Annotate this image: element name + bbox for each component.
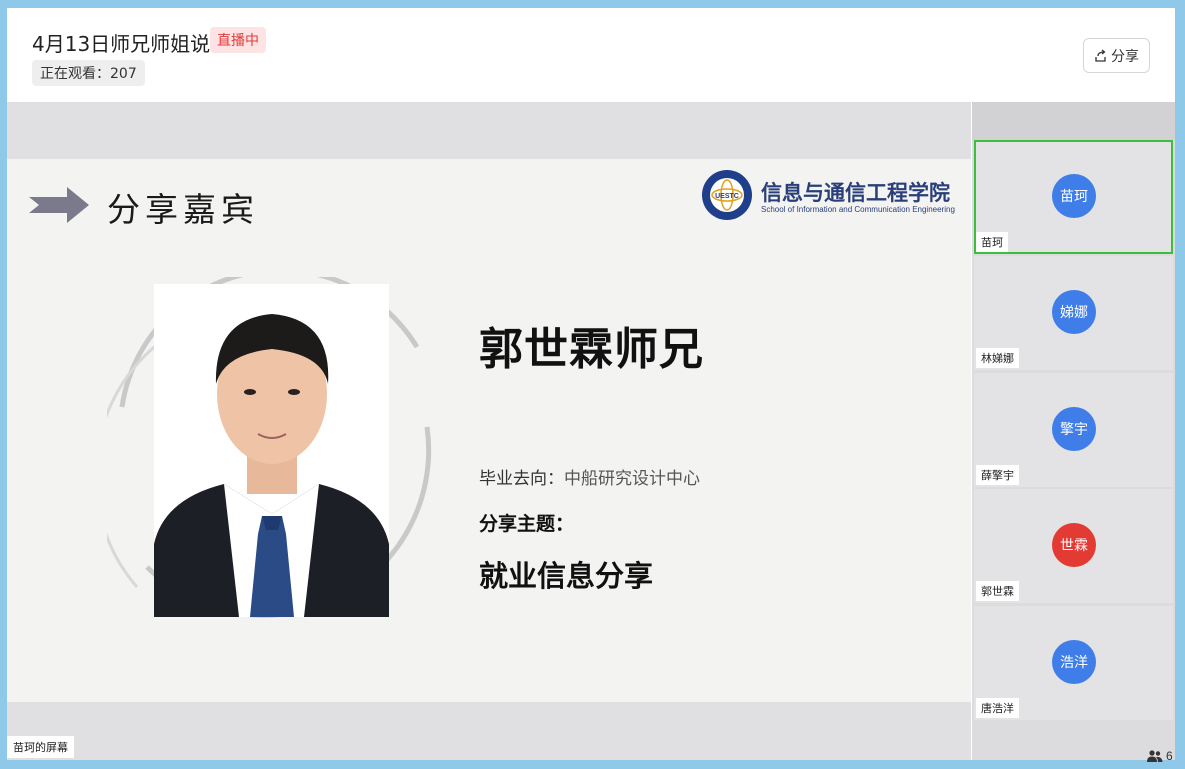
participant-name: 唐浩洋 (976, 698, 1019, 718)
topic-label: 分享主题： (479, 513, 575, 535)
participant-tile[interactable]: 苗珂 苗珂 (974, 140, 1173, 254)
screen-share-label: 苗珂的屏幕 (7, 736, 74, 758)
destination-label: 毕业去向： (479, 469, 564, 489)
presentation-slide: 分享嘉宾 UESTC 信息与通信工程学院 School of Informati… (7, 159, 971, 702)
participant-tile[interactable]: 浩洋唐浩洋 (974, 606, 1173, 720)
people-icon (1147, 750, 1163, 762)
share-label: 分享 (1111, 48, 1139, 65)
slide-title: 分享嘉宾 (107, 190, 259, 229)
participant-name: 薛擎宇 (976, 465, 1019, 485)
university-logo: UESTC (702, 170, 752, 220)
live-badge: 直播中 (210, 27, 266, 53)
guest-photo (154, 284, 389, 617)
avatar: 苗珂 (1052, 174, 1096, 218)
viewer-count: 正在观看：207 (32, 60, 145, 86)
participant-name: 苗珂 (976, 232, 1008, 252)
avatar: 浩洋 (1052, 640, 1096, 684)
arrow-right-icon (29, 187, 89, 223)
participant-count-value: 6 (1166, 749, 1173, 763)
institution-name: 信息与通信工程学院 (761, 181, 950, 205)
participant-tile[interactable]: 世霖郭世霖 (974, 489, 1173, 603)
page-title: 4月13日师兄师姐说 (32, 32, 211, 56)
participant-tile[interactable]: 娣娜林娣娜 (974, 256, 1173, 370)
share-button[interactable]: 分享 (1083, 38, 1150, 73)
participant-count[interactable]: 6 (1147, 749, 1173, 763)
avatar: 世霖 (1052, 523, 1096, 567)
live-window: 4月13日师兄师姐说 直播中 正在观看：207 分享 分享嘉宾 UESTC 信息… (7, 8, 1175, 763)
institution-name-en: School of Information and Communication … (761, 205, 955, 214)
logo-text: UESTC (715, 193, 739, 200)
share-icon (1095, 48, 1106, 62)
avatar: 娣娜 (1052, 290, 1096, 334)
participant-name: 林娣娜 (976, 348, 1019, 368)
participant-tile[interactable]: 擎宇薛擎宇 (974, 373, 1173, 487)
participant-sidebar: 苗珂 苗珂 娣娜 林娣娜 擎宇 薛擎宇 世霖 郭世霖 浩洋 唐浩洋 (972, 102, 1175, 760)
participant-name: 郭世霖 (976, 581, 1019, 601)
avatar: 擎宇 (1052, 407, 1096, 451)
shared-screen: 分享嘉宾 UESTC 信息与通信工程学院 School of Informati… (7, 102, 971, 760)
destination-value: 中船研究设计中心 (564, 469, 700, 489)
sidebar-header (972, 102, 1175, 140)
guest-name: 郭世霖师兄 (479, 324, 704, 375)
topic: 就业信息分享 (479, 559, 654, 593)
destination: 毕业去向：中船研究设计中心 (479, 464, 700, 489)
header: 4月13日师兄师姐说 直播中 正在观看：207 分享 (7, 8, 1175, 102)
